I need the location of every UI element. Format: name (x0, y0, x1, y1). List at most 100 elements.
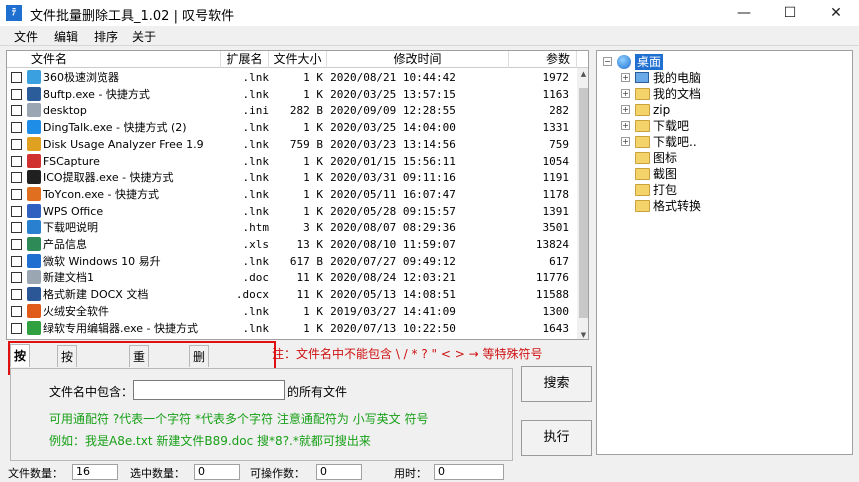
expand-icon[interactable]: + (621, 73, 630, 82)
warning-text: 注：文件名中不能包含 \ / * ? " < > → 等特殊符号 (272, 347, 543, 361)
row-checkbox[interactable] (11, 305, 22, 317)
file-row[interactable]: desktop .ini 282 B 2020/09/09 12:28:55 282 (7, 102, 577, 119)
menu-sort[interactable]: 排序 (94, 28, 118, 45)
search-button[interactable]: 搜索 (521, 366, 592, 402)
file-size: 11 K (296, 271, 324, 285)
file-extension: .lnk (242, 87, 270, 101)
file-size: 1 K (303, 121, 323, 135)
collapse-icon[interactable]: − (603, 57, 612, 66)
file-extension: .lnk (242, 321, 270, 335)
file-row[interactable]: FSCapture .lnk 1 K 2020/01/15 15:56:11 1054 (7, 153, 577, 170)
folder-tree[interactable]: − 桌面 + 我的电脑 + 我的文档 + zip + 下载吧 + 下载吧.. 图标 截图 打包 格式转换 (596, 50, 853, 455)
execute-button[interactable]: 执行 (521, 420, 592, 456)
row-checkbox[interactable] (11, 188, 22, 200)
file-param: 11588 (535, 288, 569, 302)
row-checkbox[interactable] (11, 88, 22, 100)
vertical-scrollbar[interactable]: ▲ ▼ (577, 68, 588, 339)
expand-icon[interactable]: + (621, 89, 630, 98)
file-list[interactable]: 文件名 扩展名 文件大小 修改时间 参数 360极速浏览器 .lnk 1 K 2020… (6, 50, 589, 340)
file-modified-time: 2020/03/23 13:14:56 (330, 137, 456, 151)
menu-file[interactable]: 文件 (14, 28, 38, 45)
row-checkbox[interactable] (11, 205, 22, 217)
file-row[interactable]: ToYcon.exe - 快捷方式 .lnk 1 K 2020/05/11 16:07… (7, 186, 577, 203)
file-param: 1054 (542, 154, 570, 168)
file-row[interactable]: 微软 Windows 10 易升 .lnk 617 B 2020/07/27 09:4… (7, 253, 577, 270)
expand-icon[interactable]: + (621, 137, 630, 146)
file-row[interactable]: WPS Office .lnk 1 K 2020/05/28 09:15:57 1391 (7, 203, 577, 220)
row-checkbox[interactable] (11, 122, 22, 134)
file-row[interactable]: Disk Usage Analyzer Free 1.9 .lnk 759 B 202… (7, 136, 577, 153)
column-header-size[interactable]: 文件大小 (269, 51, 327, 68)
row-checkbox[interactable] (11, 172, 22, 184)
row-checkbox[interactable] (11, 222, 22, 234)
file-param: 1178 (542, 187, 570, 201)
row-checkbox[interactable] (11, 105, 22, 117)
file-name: 火绒安全软件 (43, 304, 109, 318)
file-size: 1 K (303, 321, 323, 335)
file-modified-time: 2020/08/24 12:03:21 (330, 271, 456, 285)
file-name: 格式新建 DOCX 文档 (43, 288, 149, 302)
column-header-ext[interactable]: 扩展名 (221, 51, 269, 68)
file-row[interactable]: 新建文档1 .doc 11 K 2020/08/24 12:03:21 11776 (7, 269, 577, 286)
capture-icon (27, 153, 41, 168)
window-title: 文件批量删除工具_1.02 | 叹号软件 (30, 9, 235, 24)
file-modified-time: 2020/08/21 10:44:42 (330, 71, 456, 84)
file-row[interactable]: 产品信息 .xls 13 K 2020/08/10 11:59:07 13824 (7, 236, 577, 253)
file-row[interactable]: 8uftp.exe - 快捷方式 .lnk 1 K 2020/03/25 13:57:… (7, 86, 577, 103)
folder-icon (635, 120, 650, 132)
elapsed-time-value: 0 (434, 464, 504, 480)
file-row[interactable]: 格式新建 DOCX 文档 .docx 11 K 2020/05/13 14:08:51… (7, 286, 577, 303)
column-header-param[interactable]: 参数 (509, 51, 577, 68)
file-row[interactable]: 360极速浏览器 .lnk 1 K 2020/08/21 10:44:42 1972 (7, 69, 577, 86)
row-checkbox[interactable] (11, 322, 22, 334)
folder-icon (635, 104, 650, 116)
minimize-button[interactable]: — (721, 0, 767, 26)
file-modified-time: 2020/07/27 09:49:12 (330, 254, 456, 268)
all-files-label: 的所有文件 (287, 385, 348, 399)
file-row[interactable]: ICO提取器.exe - 快捷方式 .lnk 1 K 2020/03/31 09:11… (7, 169, 577, 186)
row-checkbox[interactable] (11, 239, 22, 250)
file-row[interactable]: 火绒安全软件 .lnk 1 K 2019/03/27 14:41:09 1300 (7, 303, 577, 320)
toycon-icon (27, 186, 41, 201)
row-checkbox[interactable] (11, 255, 22, 267)
file-size: 1 K (303, 71, 323, 84)
ie-icon (27, 220, 41, 235)
column-header-name[interactable]: 文件名 (7, 51, 221, 68)
file-extension: .lnk (242, 154, 270, 168)
file-row[interactable]: DingTalk.exe - 快捷方式 (2) .lnk 1 K 2020/03/25… (7, 119, 577, 136)
folder-icon (635, 168, 650, 180)
file-row[interactable]: 绿软专用编辑器.exe - 快捷方式 .lnk 1 K 2020/07/13 10:2… (7, 320, 577, 337)
file-row[interactable]: 下载吧说明 .htm 3 K 2020/08/07 08:29:36 3501 (7, 219, 577, 236)
maximize-button[interactable]: ☐ (767, 0, 813, 26)
folder-icon (635, 136, 650, 148)
expand-icon[interactable]: + (621, 121, 630, 130)
file-param: 1163 (542, 87, 570, 101)
filename-search-input[interactable] (133, 380, 285, 400)
row-checkbox[interactable] (11, 289, 22, 301)
file-extension: .doc (242, 271, 270, 285)
row-checkbox[interactable] (11, 272, 22, 284)
operable-count-label: 可操作数： (250, 467, 305, 480)
file-name: desktop (43, 104, 87, 118)
file-extension: .lnk (242, 71, 270, 84)
ftp-icon (27, 86, 41, 101)
file-extension: .htm (242, 221, 270, 235)
file-size: 759 B (289, 137, 323, 151)
file-modified-time: 2019/03/27 14:41:09 (330, 304, 456, 318)
file-name: FSCapture (43, 154, 100, 168)
menu-about[interactable]: 关于 (132, 28, 156, 45)
file-extension: .docx (235, 288, 269, 302)
column-header-modified[interactable]: 修改时间 (327, 51, 509, 68)
file-name: ToYcon.exe - 快捷方式 (43, 187, 160, 201)
ico-extractor-icon (27, 170, 41, 185)
scroll-up-icon[interactable]: ▲ (577, 68, 588, 80)
close-button[interactable]: ✕ (813, 0, 859, 26)
file-name: 绿软专用编辑器.exe - 快捷方式 (43, 321, 198, 335)
scroll-thumb[interactable] (579, 88, 588, 318)
row-checkbox[interactable] (11, 72, 22, 83)
scroll-down-icon[interactable]: ▼ (577, 329, 588, 339)
menu-edit[interactable]: 编辑 (54, 28, 78, 45)
row-checkbox[interactable] (11, 138, 22, 150)
row-checkbox[interactable] (11, 155, 22, 167)
expand-icon[interactable]: + (621, 105, 630, 114)
